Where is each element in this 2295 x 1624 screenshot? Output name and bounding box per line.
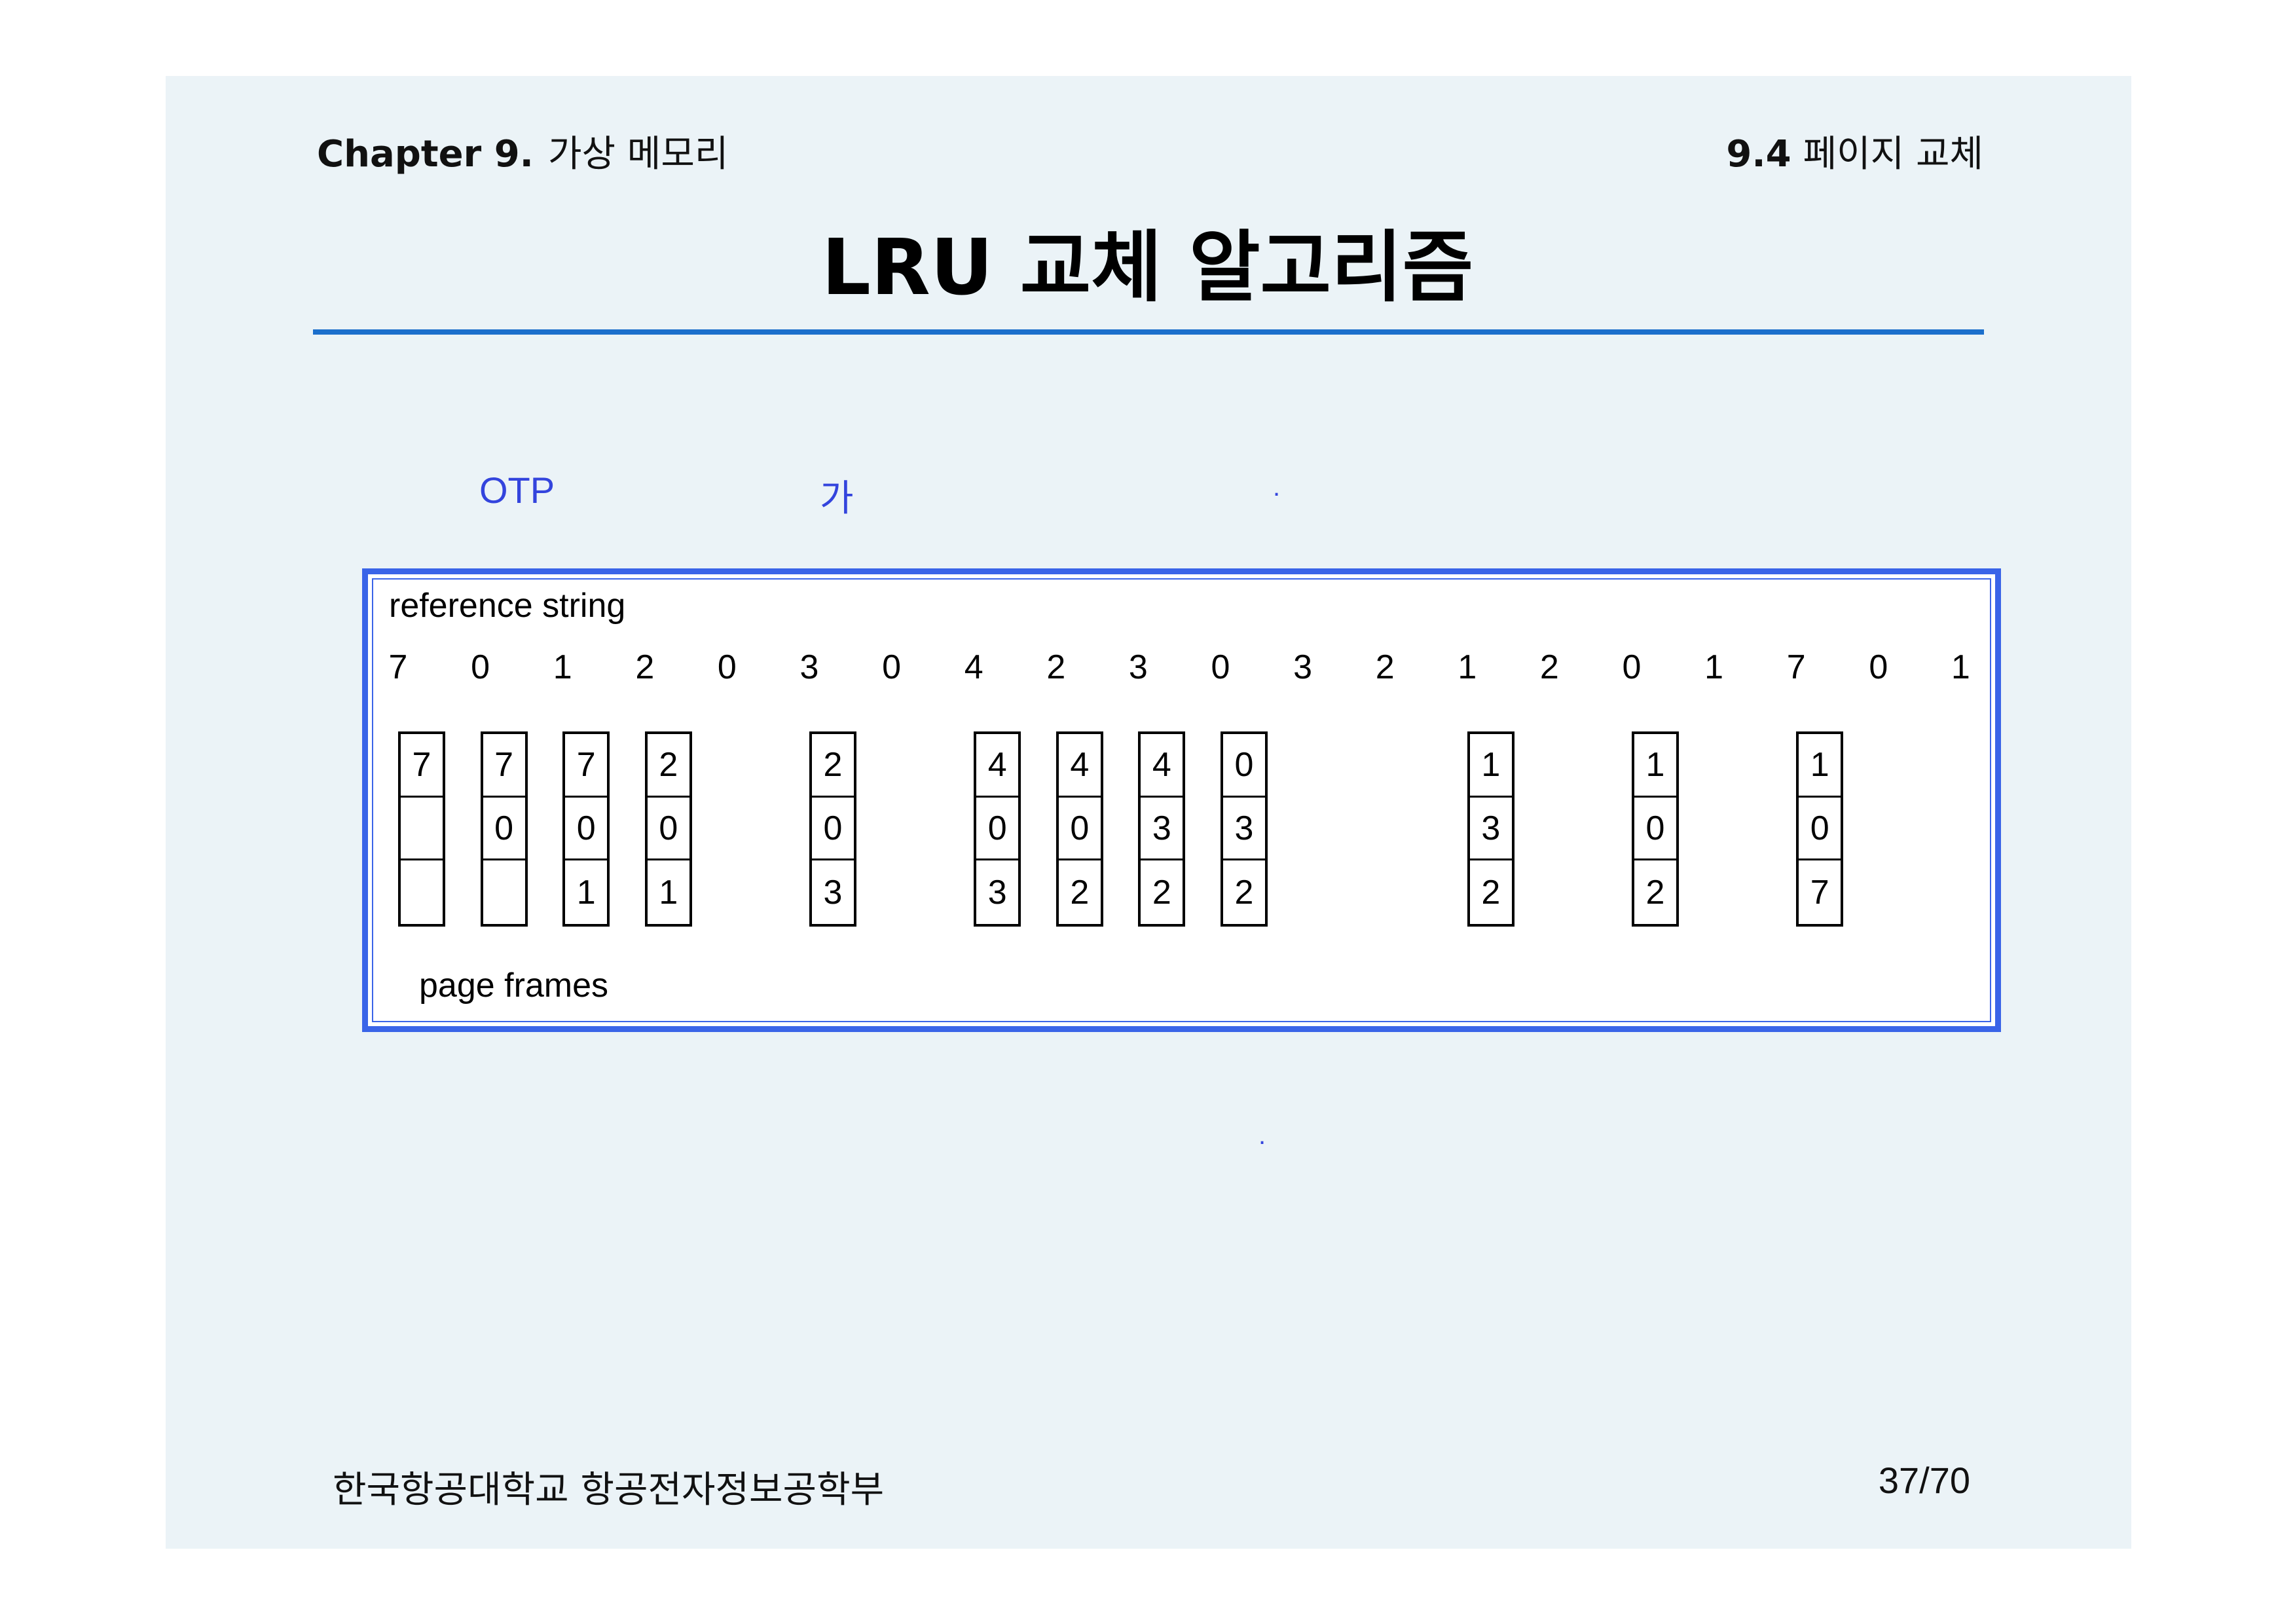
frame-column: 70 1	[562, 731, 610, 927]
frame-cell: 3	[1469, 798, 1512, 861]
frame-cell: 1	[659, 873, 678, 912]
reference-value: 2	[1375, 648, 1395, 686]
reference-string-label: reference string	[389, 587, 626, 625]
frame-cell: 0	[976, 798, 1019, 861]
frame-cell: 2	[1152, 873, 1171, 912]
reference-value: 7	[1786, 648, 1806, 686]
note-dot-2: .	[1258, 1121, 1266, 1150]
frame-cell: 7	[565, 734, 608, 798]
frame-column: 43 2	[1138, 731, 1186, 927]
frame-cell: 3	[823, 873, 843, 912]
frame-cell: 3	[1223, 798, 1265, 861]
frame-column: 10 2	[1632, 731, 1679, 927]
frame-cell: 3	[987, 873, 1007, 912]
page-frames-label: page frames	[419, 967, 609, 1005]
frame-cell: 0	[565, 798, 608, 861]
frame-cell: 1	[576, 873, 596, 912]
reference-value: 0	[1869, 648, 1888, 686]
frame-cell	[401, 798, 443, 861]
title-divider	[313, 329, 1984, 335]
note-ga: 가	[820, 477, 854, 519]
reference-value: 4	[964, 648, 983, 686]
frame-cell: 7	[1810, 873, 1829, 912]
reference-value: 0	[1211, 648, 1230, 686]
frame-column: 7	[398, 731, 445, 927]
chapter-label: Chapter 9.	[317, 133, 534, 175]
frame-cell: 0	[1058, 798, 1101, 861]
reference-value: 0	[471, 648, 490, 686]
frame-cell: 1	[1634, 734, 1676, 798]
frame-cell: 2	[647, 734, 689, 798]
reference-value: 0	[1622, 648, 1642, 686]
reference-value: 0	[717, 648, 737, 686]
frame-cell: 0	[647, 798, 689, 861]
frame-cell: 2	[1481, 873, 1501, 912]
reference-value: 7	[388, 648, 408, 686]
section-label: 9.4	[1726, 133, 1791, 175]
reference-value: 1	[553, 648, 572, 686]
frame-cell: 2	[1645, 873, 1665, 912]
frame-column: 40 3	[974, 731, 1021, 927]
chapter-header: Chapter 9. 가상 메모리	[317, 124, 728, 177]
reference-value: 3	[1128, 648, 1148, 686]
slide-title: LRU 교체 알고리즘	[821, 222, 1474, 312]
reference-value: 1	[1704, 648, 1724, 686]
reference-value: 2	[635, 648, 655, 686]
reference-value: 0	[882, 648, 902, 686]
section-header: 9.4 페이지 교체	[1726, 124, 1983, 177]
frame-cell: 0	[1799, 798, 1841, 861]
frame-column: 20 3	[809, 731, 856, 927]
reference-value: 3	[1293, 648, 1313, 686]
note-dot-1: .	[1273, 473, 1281, 502]
frame-cell: 0	[483, 798, 525, 861]
frame-cell: 7	[401, 734, 443, 798]
frame-cell: 7	[483, 734, 525, 798]
frame-cell: 2	[1234, 873, 1254, 912]
frame-cell: 0	[1223, 734, 1265, 798]
frame-cell: 3	[1141, 798, 1183, 861]
frame-column: 40 2	[1056, 731, 1103, 927]
reference-value: 1	[1951, 648, 1970, 686]
frame-cell	[401, 860, 443, 924]
frame-cell: 0	[1634, 798, 1676, 861]
chapter-title: 가상 메모리	[547, 133, 729, 175]
frame-column: 10 7	[1796, 731, 1844, 927]
frame-column: 03 2	[1221, 731, 1268, 927]
reference-value: 1	[1458, 648, 1477, 686]
frame-column: 20 1	[644, 731, 692, 927]
frame-cell: 2	[1070, 873, 1090, 912]
frame-cell	[483, 860, 525, 924]
section-title: 페이지 교체	[1803, 133, 1983, 175]
frame-column: 13 2	[1467, 731, 1515, 927]
reference-value: 2	[1046, 648, 1066, 686]
frame-cell: 2	[812, 734, 854, 798]
frame-cell: 4	[1141, 734, 1183, 798]
footer-school: 한국항공대학교 항공전자정보공학부	[333, 1469, 885, 1511]
frame-cell: 1	[1469, 734, 1512, 798]
frame-column: 70	[480, 731, 528, 927]
frame-cell: 4	[976, 734, 1019, 798]
reference-value: 2	[1539, 648, 1559, 686]
frame-cell: 1	[1799, 734, 1841, 798]
page-number: 37/70	[1878, 1460, 1970, 1501]
note-otp: OTP	[479, 470, 555, 511]
lru-figure: reference string 70120304230321201701 77…	[362, 568, 2001, 1032]
reference-value: 3	[799, 648, 819, 686]
frame-cell: 0	[812, 798, 854, 861]
frame-cell: 4	[1058, 734, 1101, 798]
